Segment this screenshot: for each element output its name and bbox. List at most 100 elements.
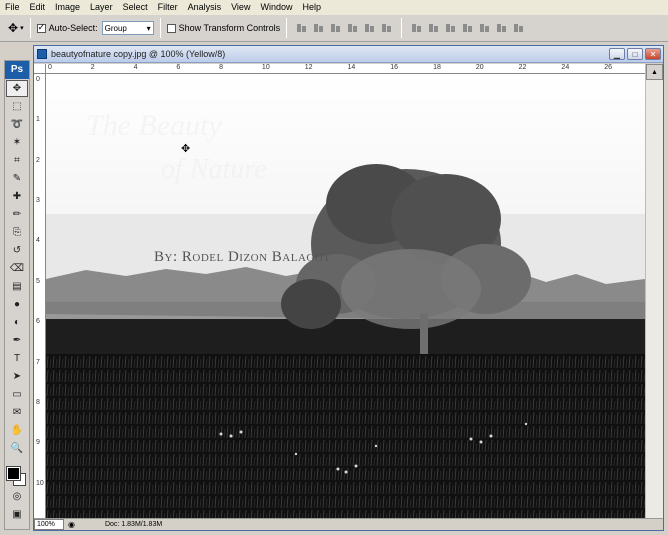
healing-brush-icon[interactable]: ✚ xyxy=(6,188,28,205)
quick-mask-icon[interactable]: ◎ xyxy=(6,488,28,505)
history-brush-icon[interactable]: ↺ xyxy=(6,242,28,259)
move-icon[interactable]: ✥ xyxy=(6,80,28,97)
move-cursor-icon: ✥ xyxy=(181,143,191,155)
ruler-h-label: 16 xyxy=(390,64,399,71)
ruler-v-label: 7 xyxy=(36,358,40,366)
ruler-h-label: 24 xyxy=(561,64,570,71)
type-icon[interactable]: T xyxy=(6,350,28,367)
align-bottom-icon[interactable] xyxy=(329,22,342,34)
faded-title-text: The Beauty xyxy=(86,109,222,142)
zoom-icon[interactable]: 🔍 xyxy=(6,440,28,457)
document-size-info[interactable]: Doc: 1.83M/1.83M xyxy=(105,521,162,528)
lasso-icon[interactable]: ➰ xyxy=(6,116,28,133)
menu-item-edit[interactable]: Edit xyxy=(25,0,51,15)
menu-item-window[interactable]: Window xyxy=(255,0,297,15)
separator xyxy=(286,18,288,38)
status-info-icon[interactable]: ◉ xyxy=(68,520,75,529)
menu-item-file[interactable]: File xyxy=(0,0,25,15)
menu-item-view[interactable]: View xyxy=(226,0,255,15)
ruler-h-label: 2 xyxy=(90,64,95,71)
brush-icon[interactable]: ✏ xyxy=(6,206,28,223)
distribute-left-icon[interactable] xyxy=(461,22,474,34)
minimize-icon: ▁ xyxy=(613,49,621,59)
ruler-v-label: 3 xyxy=(36,197,40,205)
align-top-icon[interactable] xyxy=(295,22,308,34)
image-canvas[interactable]: The Beauty of Nature By: Rodel Dizon Bal… xyxy=(46,74,645,518)
distribute-bottom-icon[interactable] xyxy=(444,22,457,34)
separator xyxy=(401,18,403,38)
photoshop-logo[interactable]: Ps xyxy=(5,61,29,79)
move-tool-preset-icon[interactable]: ✥ xyxy=(8,21,18,35)
blur-icon[interactable]: ● xyxy=(6,296,28,313)
ruler-v-label: 1 xyxy=(36,116,40,124)
distribute-vcenter-icon[interactable] xyxy=(427,22,440,34)
menu-item-help[interactable]: Help xyxy=(297,0,326,15)
ruler-h-label: 6 xyxy=(176,64,181,71)
menu-item-image[interactable]: Image xyxy=(50,0,85,15)
chevron-down-icon[interactable]: ▾ xyxy=(20,24,24,32)
marquee-icon[interactable]: ⬚ xyxy=(6,98,28,115)
group-value: Group xyxy=(104,23,127,33)
document-titlebar[interactable]: beautyofnature copy.jpg @ 100% (Yellow/8… xyxy=(34,46,663,63)
eyedropper-icon[interactable]: ✎ xyxy=(6,170,28,187)
pen-icon[interactable]: ✒ xyxy=(6,332,28,349)
align-right-icon[interactable] xyxy=(380,22,393,34)
maximize-button[interactable]: □ xyxy=(627,48,643,60)
menu-item-layer[interactable]: Layer xyxy=(85,0,118,15)
ruler-h-label: 22 xyxy=(518,64,527,71)
zoom-level-field[interactable]: 100% xyxy=(34,519,64,530)
shape-icon[interactable]: ▭ xyxy=(6,386,28,403)
ruler-v-label: 10 xyxy=(36,479,44,487)
status-bar: 100% ◉ Doc: 1.83M/1.83M xyxy=(34,518,663,530)
menu-item-filter[interactable]: Filter xyxy=(153,0,183,15)
clone-stamp-icon[interactable]: ⎘ xyxy=(6,224,28,241)
screen-mode-icon[interactable]: ▣ xyxy=(6,506,28,523)
foreground-color-swatch[interactable] xyxy=(6,466,21,481)
scroll-up-arrow-icon[interactable]: ▲ xyxy=(646,64,663,80)
dodge-icon[interactable]: ◐ xyxy=(6,314,28,331)
separator xyxy=(29,18,31,38)
distribute-hcenter-icon[interactable] xyxy=(478,22,491,34)
ruler-corner[interactable] xyxy=(34,64,46,74)
align-vcenter-icon[interactable] xyxy=(312,22,325,34)
notes-icon[interactable]: ✉ xyxy=(6,404,28,421)
ruler-h-label: 8 xyxy=(219,64,224,71)
horizontal-ruler[interactable]: 0 2 4 6 8 10 12 14 16 18 20 22 24 26 xyxy=(46,64,645,74)
auto-select-checkbox[interactable] xyxy=(36,22,46,33)
auto-select-group-dropdown[interactable]: Group ▾ xyxy=(101,21,154,35)
tool-list: ✥ ⬚ ➰ ✶ ⌗ ✎ ✚ ✏ ⎘ ↺ ⌫ ▤ ● ◐ ✒ T ➤ ▭ ✉ ✋ 🔍 xyxy=(5,80,29,457)
ruler-v-label: 6 xyxy=(36,318,40,326)
align-left-icon[interactable] xyxy=(346,22,359,34)
ruler-h-label: 12 xyxy=(304,64,313,71)
vertical-ruler[interactable]: 0 1 2 3 4 5 6 7 8 9 10 xyxy=(34,74,46,518)
path-selection-icon[interactable]: ➤ xyxy=(6,368,28,385)
document-icon xyxy=(37,49,47,59)
align-hcenter-icon[interactable] xyxy=(363,22,376,34)
ruler-v-label: 5 xyxy=(36,277,40,285)
eraser-icon[interactable]: ⌫ xyxy=(6,260,28,277)
show-transform-controls-checkbox[interactable] xyxy=(166,23,176,33)
menu-item-analysis[interactable]: Analysis xyxy=(183,0,227,15)
ruler-h-label: 26 xyxy=(604,64,612,71)
ruler-v-label: 0 xyxy=(36,76,40,83)
menu-item-select[interactable]: Select xyxy=(118,0,153,15)
ruler-h-label: 20 xyxy=(475,64,484,71)
toolbox: Ps ✥ ⬚ ➰ ✶ ⌗ ✎ ✚ ✏ ⎘ ↺ ⌫ ▤ ● ◐ ✒ T ➤ ▭ ✉ ✋ 🔍 ◎ ▣ xyxy=(4,60,30,530)
auto-align-layers-icon[interactable] xyxy=(512,22,525,34)
faded-subtitle-text: of Nature xyxy=(161,154,267,185)
hand-icon[interactable]: ✋ xyxy=(6,422,28,439)
ruler-h-label: 10 xyxy=(261,64,270,71)
distribute-top-icon[interactable] xyxy=(410,22,423,34)
options-bar: ✥ ▾ Auto-Select: Group ▾ Show Transform … xyxy=(0,15,668,42)
crop-icon[interactable]: ⌗ xyxy=(6,152,28,169)
magic-wand-icon[interactable]: ✶ xyxy=(6,134,28,151)
close-button[interactable]: ✕ xyxy=(645,48,661,60)
minimize-button[interactable]: ▁ xyxy=(609,48,625,60)
distribute-right-icon[interactable] xyxy=(495,22,508,34)
document-title: beautyofnature copy.jpg @ 100% (Yellow/8… xyxy=(51,49,226,59)
vertical-scrollbar[interactable]: ▲ xyxy=(645,64,663,518)
auto-select-label: Auto-Select: xyxy=(48,23,98,33)
ruler-h-label: 18 xyxy=(433,64,441,71)
gradient-icon[interactable]: ▤ xyxy=(6,278,28,295)
ruler-v-label: 4 xyxy=(36,237,40,245)
